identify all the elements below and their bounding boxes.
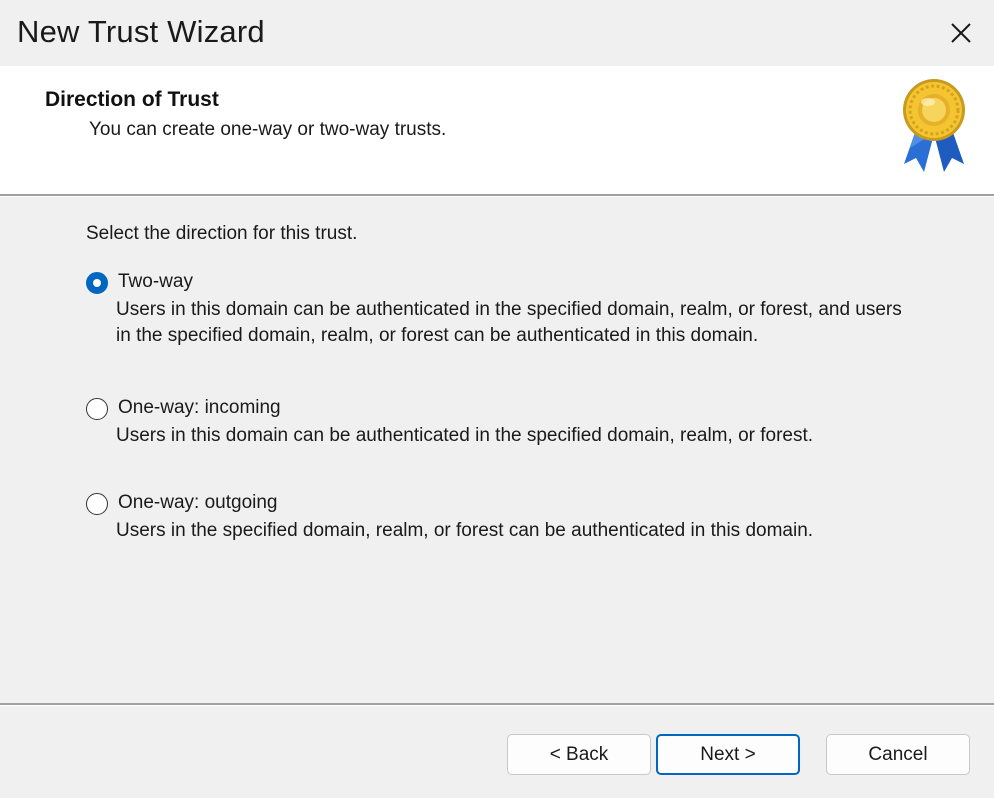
wizard-header: Direction of Trust You can create one-wa… — [0, 66, 994, 194]
option-one-way-outgoing[interactable]: One-way: outgoing Users in the specified… — [86, 492, 906, 544]
close-button[interactable] — [928, 0, 994, 66]
back-button[interactable]: < Back — [507, 734, 651, 775]
cancel-button[interactable]: Cancel — [826, 734, 970, 775]
option-description: Users in this domain can be authenticate… — [116, 425, 814, 446]
footer-divider — [0, 703, 994, 706]
window-title: New Trust Wizard — [17, 14, 265, 49]
option-label: One-way: incoming — [118, 397, 281, 418]
next-button[interactable]: Next > — [656, 734, 800, 775]
title-bar[interactable]: New Trust Wizard — [0, 0, 994, 66]
option-description: Users in the specified domain, realm, or… — [116, 520, 814, 541]
wizard-window: New Trust Wizard Direction of Trust You … — [0, 0, 994, 798]
radio-one-way-outgoing[interactable] — [86, 493, 108, 515]
page-subtitle: You can create one-way or two-way trusts… — [89, 119, 447, 140]
page-title: Direction of Trust — [45, 88, 219, 111]
radio-one-way-incoming[interactable] — [86, 398, 108, 420]
direction-prompt: Select the direction for this trust. — [86, 223, 358, 244]
option-label: One-way: outgoing — [118, 492, 278, 513]
radio-two-way[interactable] — [86, 272, 108, 294]
option-label: Two-way — [118, 271, 193, 292]
option-one-way-incoming[interactable]: One-way: incoming Users in this domain c… — [86, 397, 906, 449]
header-divider — [0, 194, 994, 197]
award-ribbon-icon — [903, 79, 965, 172]
option-two-way[interactable]: Two-way Users in this domain can be auth… — [86, 271, 906, 373]
option-description: Users in this domain can be authenticate… — [116, 299, 902, 346]
close-icon — [951, 23, 971, 43]
